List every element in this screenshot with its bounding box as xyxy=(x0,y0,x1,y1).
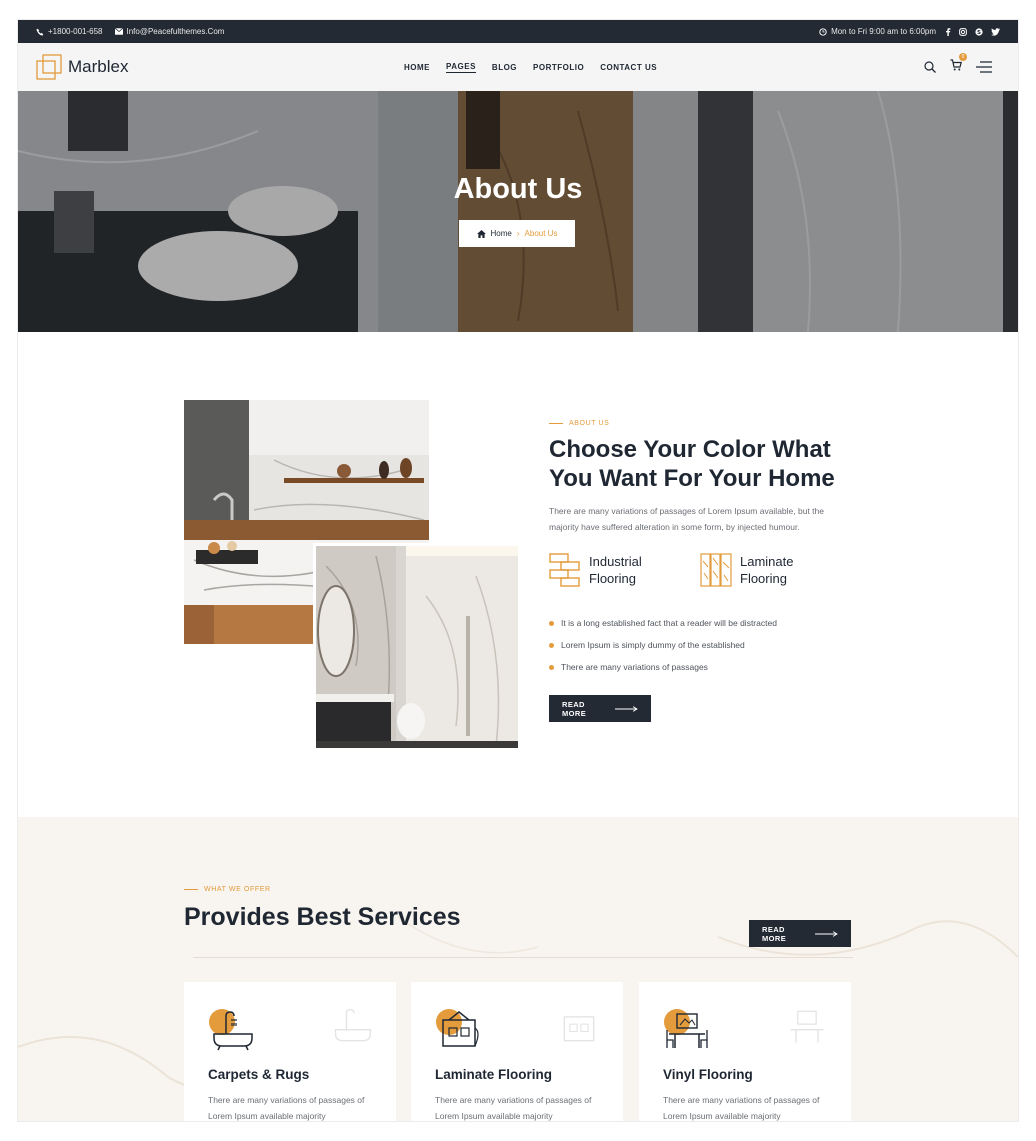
services-title: Provides Best Services xyxy=(184,903,461,931)
breadcrumb: Home › About Us xyxy=(459,220,575,247)
about-description: There are many variations of passages of… xyxy=(549,506,824,532)
page-title: About Us xyxy=(453,173,583,205)
svg-text:S: S xyxy=(977,30,981,36)
button-label: READ MORE xyxy=(762,924,787,943)
logo-icon xyxy=(36,54,62,80)
hero-background-image xyxy=(18,91,1018,332)
dining-table-icon xyxy=(790,1010,824,1043)
cart-icon xyxy=(950,59,962,71)
cart-button[interactable]: 0 xyxy=(950,53,967,76)
cart-count-badge: 0 xyxy=(959,53,967,61)
working-hours: Mon to Fri 9:00 am to 6:00pm xyxy=(819,27,936,36)
feature-label: Laminate Flooring xyxy=(740,554,794,586)
top-bar: +1800-001-658 Info@Peacefulthemes.Com Mo… xyxy=(18,20,1018,43)
page: +1800-001-658 Info@Peacefulthemes.Com Mo… xyxy=(18,20,1018,1121)
arrow-right-icon xyxy=(815,930,838,937)
list-item: Lorem Ipsum is simply dummy of the estab… xyxy=(549,634,777,656)
service-card-vinyl[interactable]: Vinyl Flooring There are many variations… xyxy=(639,982,851,1121)
list-item: It is a long established fact that a rea… xyxy=(549,612,777,634)
services-section: WHAT WE OFFER Provides Best Services REA… xyxy=(18,817,1018,1121)
phone-contact[interactable]: +1800-001-658 xyxy=(36,27,103,36)
floor-plan-icon xyxy=(436,1009,479,1047)
button-label: READ MORE xyxy=(562,699,587,718)
about-eyebrow: ABOUT US xyxy=(549,420,609,427)
nav-contact-us[interactable]: CONTACT US xyxy=(600,63,657,72)
about-bullet-list: It is a long established fact that a rea… xyxy=(549,612,777,678)
about-title: Choose Your Color What You Want For Your… xyxy=(549,436,835,492)
industrial-flooring-icon xyxy=(549,553,580,587)
logo[interactable]: Marblex xyxy=(36,54,128,80)
laminate-flooring-icon xyxy=(700,553,732,587)
site-header: Marblex HOME PAGES BLOG PORTFOLIO CONTAC… xyxy=(18,43,1018,91)
dining-table-icon xyxy=(664,1009,708,1048)
services-eyebrow: WHAT WE OFFER xyxy=(184,886,271,893)
bathroom-image xyxy=(313,543,518,748)
card-description: There are many variations of passages of… xyxy=(208,1095,365,1121)
facebook-icon[interactable] xyxy=(945,27,951,36)
main-nav: HOME PAGES BLOG PORTFOLIO CONTACT US xyxy=(404,43,657,91)
nav-pages[interactable]: PAGES xyxy=(446,62,476,73)
hours-text: Mon to Fri 9:00 am to 6:00pm xyxy=(831,27,936,36)
phone-number: +1800-001-658 xyxy=(48,27,103,36)
home-icon xyxy=(476,229,486,238)
phone-icon xyxy=(36,28,44,36)
nav-portfolio[interactable]: PORTFOLIO xyxy=(533,63,584,72)
search-icon[interactable] xyxy=(924,61,936,73)
bathtub-icon xyxy=(209,1009,253,1051)
list-item: There are many variations of passages xyxy=(549,656,777,678)
instagram-icon[interactable] xyxy=(959,27,967,36)
nav-home[interactable]: HOME xyxy=(404,63,430,72)
feature-label: Industrial Flooring xyxy=(589,554,642,586)
about-read-more-button[interactable]: READ MORE xyxy=(549,695,651,722)
divider xyxy=(193,957,853,958)
card-description: There are many variations of passages of… xyxy=(435,1095,592,1121)
envelope-icon xyxy=(114,28,123,35)
card-title: Laminate Flooring xyxy=(435,1067,553,1082)
service-card-carpets[interactable]: Carpets & Rugs There are many variations… xyxy=(184,982,396,1121)
twitter-icon[interactable] xyxy=(991,27,1000,36)
feature-laminate-flooring: Laminate Flooring xyxy=(700,553,810,587)
menu-icon[interactable] xyxy=(976,61,992,73)
email-contact[interactable]: Info@Peacefulthemes.Com xyxy=(114,27,225,36)
floor-plan-icon xyxy=(563,1016,595,1042)
clock-icon xyxy=(819,27,827,36)
service-card-laminate[interactable]: Laminate Flooring There are many variati… xyxy=(411,982,623,1121)
card-description: There are many variations of passages of… xyxy=(663,1095,820,1121)
skype-icon[interactable]: S xyxy=(975,27,983,36)
social-links: S xyxy=(945,27,1000,36)
header-actions: 0 xyxy=(924,43,992,91)
email-address: Info@Peacefulthemes.Com xyxy=(126,27,225,36)
page-hero: About Us Home › About Us xyxy=(18,91,1018,332)
breadcrumb-separator-icon: › xyxy=(516,229,520,238)
breadcrumb-current: About Us xyxy=(524,229,558,238)
bathtub-icon xyxy=(334,1008,372,1042)
card-title: Carpets & Rugs xyxy=(208,1067,310,1082)
nav-blog[interactable]: BLOG xyxy=(492,63,517,72)
arrow-right-icon xyxy=(615,705,638,712)
feature-industrial-flooring: Industrial Flooring xyxy=(549,553,659,587)
breadcrumb-home[interactable]: Home xyxy=(491,229,512,238)
logo-text: Marblex xyxy=(68,57,129,76)
services-read-more-button[interactable]: READ MORE xyxy=(749,920,851,947)
card-title: Vinyl Flooring xyxy=(663,1067,753,1082)
